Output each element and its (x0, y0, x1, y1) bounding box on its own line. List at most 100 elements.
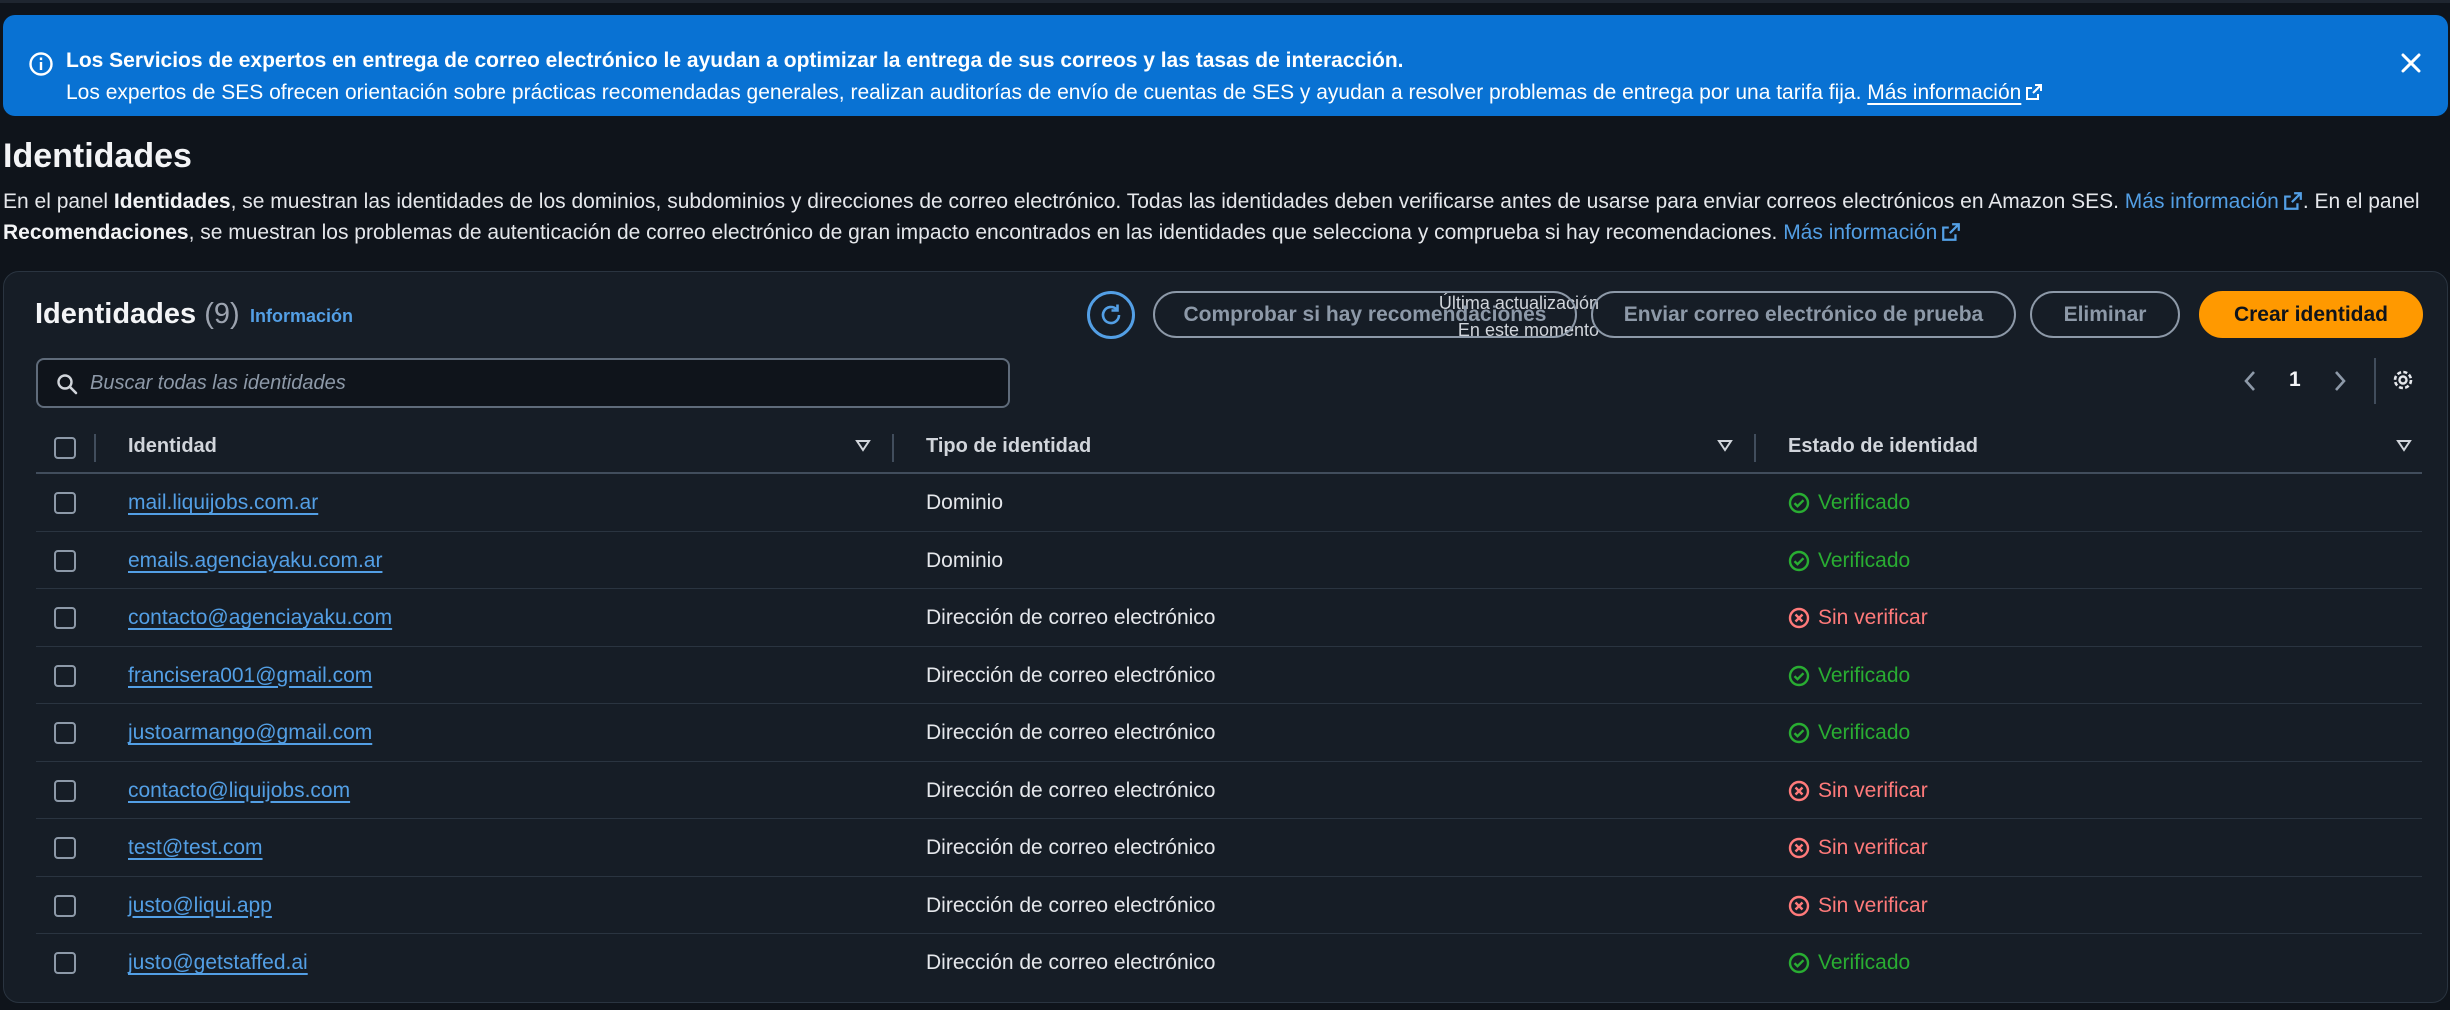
row-checkbox[interactable] (54, 664, 76, 687)
column-separator[interactable] (1754, 434, 1756, 462)
table-row[interactable]: francisera001@gmail.com Dirección de corr… (36, 647, 2422, 704)
desc-text: , se muestran las identidades de los dom… (230, 190, 2125, 213)
status-badge: Verificado (1788, 491, 1910, 515)
check-circle-icon (1788, 722, 1810, 744)
page-number[interactable]: 1 (2289, 368, 2301, 392)
table-row[interactable]: contacto@agenciayaku.com Dirección de cor… (36, 589, 2422, 647)
identity-link[interactable]: mail.liquijobs.com.ar (128, 491, 318, 515)
link-label: Más información (1783, 221, 1938, 244)
page-title: Identidades (3, 137, 192, 175)
status-badge: Sin verificar (1788, 836, 1928, 860)
learn-more-link[interactable]: Más información (2125, 190, 2303, 213)
row-checkbox[interactable] (54, 549, 76, 572)
desc-bold: Identidades (113, 190, 231, 213)
row-checkbox[interactable] (54, 894, 76, 917)
table-row[interactable]: emails.agenciayaku.com.ar Dominio Verifica… (36, 532, 2422, 589)
table-row[interactable]: justoarmango@gmail.com Dirección de corre… (36, 704, 2422, 762)
banner-body: Los expertos de SES ofrecen orientación … (66, 81, 1862, 104)
status-badge: Verificado (1788, 664, 1910, 688)
status-label: Sin verificar (1818, 836, 1928, 859)
identity-count: (9) (204, 298, 240, 330)
identity-link[interactable]: justo@liqui.app (128, 894, 272, 918)
header-status[interactable]: Estado de identidad (1788, 435, 1978, 458)
identity-link[interactable]: justoarmango@gmail.com (128, 721, 372, 745)
identity-link[interactable]: emails.agenciayaku.com.ar (128, 549, 382, 573)
check-circle-icon (1788, 550, 1810, 571)
desc-bold: Recomendaciones (3, 221, 189, 244)
identity-type: Dirección de correo electrónico (926, 836, 1216, 859)
select-all-checkbox[interactable] (54, 437, 76, 459)
desc-text: En el panel (3, 190, 114, 213)
identity-link[interactable]: contacto@liquijobs.com (128, 779, 350, 803)
banner-learn-more-link[interactable]: Más información (1867, 81, 2043, 104)
identity-type: Dominio (926, 491, 1004, 514)
table-row[interactable]: mail.liquijobs.com.ar Dominio Verificado (36, 474, 2422, 532)
search-icon (57, 374, 78, 395)
desc-text: . En el panel (2302, 190, 2420, 213)
status-label: Sin verificar (1818, 606, 1928, 629)
table-title: Identidades (9) (35, 298, 240, 331)
header-identity[interactable]: Identidad (128, 435, 217, 458)
identity-link[interactable]: test@test.com (128, 836, 263, 860)
status-label: Sin verificar (1818, 778, 1928, 802)
top-border (0, 0, 2450, 3)
row-checkbox[interactable] (54, 779, 76, 802)
header-type[interactable]: Tipo de identidad (926, 435, 1091, 458)
identity-link[interactable]: francisera001@gmail.com (128, 664, 372, 688)
status-badge: Sin verificar (1788, 606, 1928, 630)
identity-link[interactable]: justo@getstaffed.ai (128, 951, 308, 975)
column-separator (94, 434, 96, 462)
status-badge: Verificado (1788, 951, 1910, 975)
row-checkbox[interactable] (54, 837, 76, 859)
table-row[interactable]: justo@liqui.app Dirección de correo elect… (36, 877, 2422, 934)
search-input[interactable] (90, 360, 990, 406)
create-identity-button[interactable]: Crear identidad (2199, 291, 2423, 338)
gear-icon[interactable] (2389, 366, 2417, 394)
x-circle-icon (1788, 895, 1810, 916)
chevron-left-icon[interactable] (2241, 369, 2259, 393)
x-circle-icon (1788, 607, 1810, 629)
chevron-right-icon[interactable] (2331, 369, 2349, 393)
identity-type: Dirección de correo electrónico (926, 893, 1216, 917)
row-checkbox[interactable] (54, 492, 76, 514)
sort-icon[interactable] (2396, 439, 2412, 453)
info-banner: Los Servicios de expertos en entrega de … (3, 15, 2448, 116)
check-circle-icon (1788, 952, 1810, 974)
sort-icon[interactable] (855, 439, 871, 453)
link-label: Más información (2124, 190, 2279, 213)
external-link-icon (2026, 84, 2043, 100)
refresh-button[interactable] (1087, 291, 1135, 339)
table-row[interactable]: test@test.com Dirección de correo electró… (36, 819, 2422, 877)
check-circle-icon (1788, 492, 1810, 514)
pager-divider (2374, 358, 2376, 404)
info-link[interactable]: Información (250, 306, 353, 327)
status-label: Sin verificar (1818, 893, 1928, 917)
external-link-icon (2283, 192, 2302, 210)
identity-type: Dirección de correo electrónico (926, 606, 1216, 629)
x-circle-icon (1788, 837, 1810, 859)
close-icon[interactable] (2396, 48, 2426, 78)
identity-type: Dominio (926, 548, 1004, 572)
row-checkbox[interactable] (54, 722, 76, 744)
check-recommendations-button[interactable]: Comprobar si hay recomendaciones (1153, 291, 1577, 338)
row-checkbox[interactable] (54, 952, 76, 974)
status-badge: Sin verificar (1788, 779, 1928, 803)
identities-table-container: Identidades (9) Información Última actua… (3, 271, 2448, 1003)
refresh-icon (1101, 304, 1121, 325)
banner-text: Los expertos de SES ofrecen orientación … (66, 81, 2043, 105)
table-row[interactable]: justo@getstaffed.ai Dirección de correo e… (36, 934, 2422, 992)
column-separator[interactable] (892, 434, 894, 462)
learn-more-link[interactable]: Más información (1783, 221, 1961, 244)
status-label: Verificado (1818, 491, 1911, 514)
status-label: Verificado (1818, 548, 1911, 572)
status-label: Verificado (1818, 721, 1911, 744)
send-test-email-button[interactable]: Enviar correo electrónico de prueba (1591, 291, 2016, 338)
identity-link[interactable]: contacto@agenciayaku.com (128, 606, 392, 630)
identity-type: Dirección de correo electrónico (926, 721, 1216, 744)
delete-button[interactable]: Eliminar (2030, 291, 2180, 338)
status-badge: Verificado (1788, 549, 1910, 573)
row-checkbox[interactable] (54, 607, 76, 629)
sort-icon[interactable] (1717, 439, 1733, 453)
table-row[interactable]: contacto@liquijobs.com Dirección de corre… (36, 762, 2422, 819)
page-description: En el panel Identidades, se muestran las… (3, 186, 2443, 248)
